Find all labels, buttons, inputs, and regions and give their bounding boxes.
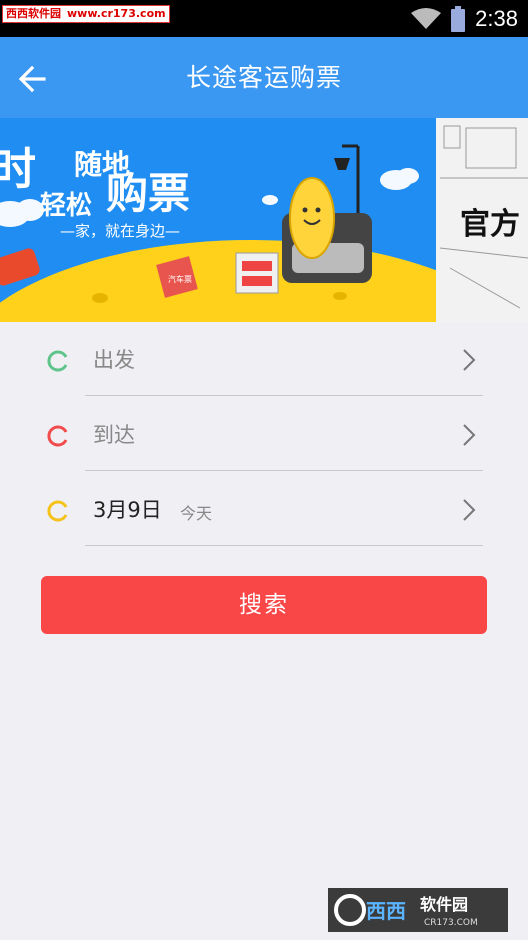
date-ring-icon [47, 500, 68, 522]
date-row[interactable]: 3月9日 今天 [0, 472, 528, 546]
chevron-right-icon [463, 424, 476, 446]
app-bar: 长途客运购票 [0, 37, 528, 118]
divider [85, 395, 483, 396]
status-time: 2:38 [475, 6, 518, 31]
top-watermark: 西西软件园 www.cr173.com [2, 5, 170, 23]
arrival-label: 到达 [93, 423, 135, 447]
date-sub-label: 今天 [180, 504, 213, 523]
arrival-row[interactable]: 到达 [0, 397, 528, 471]
banner-headline-1: 时 [0, 144, 36, 195]
page-title: 长途客运购票 [185, 63, 342, 92]
banner-tagline: —家，就在身边— [60, 222, 180, 240]
banner-side-text: 官方 [460, 207, 520, 242]
watermark-site-name: 软件园 [420, 895, 468, 914]
watermark-site-url: CR173.COM [424, 918, 478, 928]
departure-row[interactable]: 出发 [0, 322, 528, 396]
banner-headline-4: 购票 [106, 169, 190, 218]
date-label: 3月9日 [93, 498, 162, 522]
battery-icon [451, 6, 466, 32]
status-bar: 西西软件园 www.cr173.com 2:38 [0, 0, 528, 37]
promo-banner[interactable]: 汽车票 时 随地 轻松 购票 —家，就在身边— 官方 [0, 118, 528, 322]
search-button[interactable]: 搜索 [41, 576, 487, 634]
wifi-icon [411, 8, 442, 29]
departure-label: 出发 [93, 348, 135, 372]
arrival-ring-icon [47, 425, 68, 447]
divider [85, 470, 483, 471]
departure-ring-icon [47, 350, 68, 372]
chevron-right-icon [463, 499, 476, 521]
watermark-url: www.cr173.com [67, 7, 166, 20]
watermark-name: 西西软件园 [6, 7, 61, 20]
watermark-brand: 西西 [366, 899, 406, 923]
banner-ticket-label: 汽车票 [168, 274, 192, 284]
divider [85, 545, 483, 546]
chevron-right-icon [463, 349, 476, 371]
bottom-watermark: 西西 软件园 CR173.COM [328, 888, 508, 932]
banner-headline-3: 轻松 [40, 191, 92, 221]
